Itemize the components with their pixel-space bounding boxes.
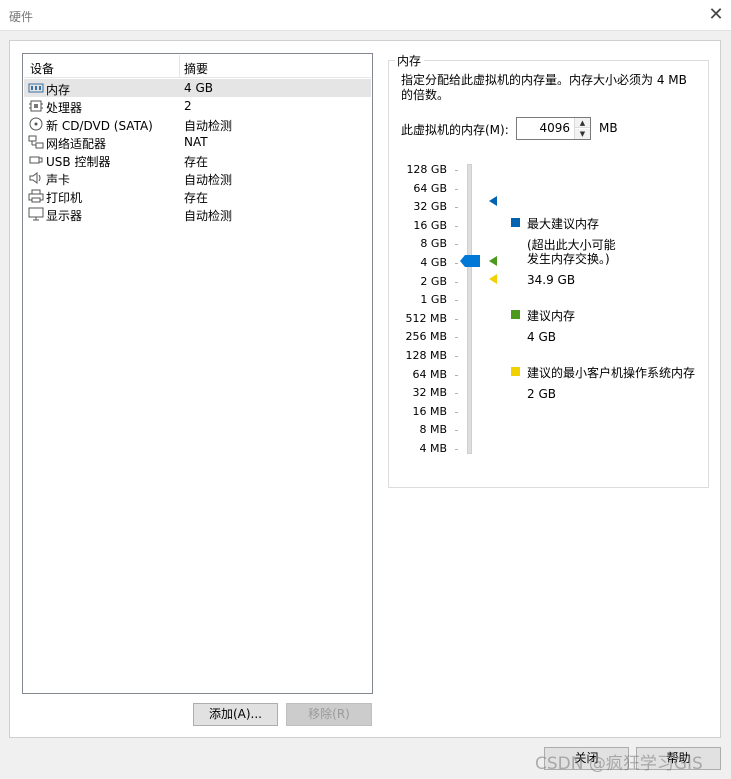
scale-tick-mark bbox=[455, 170, 458, 171]
device-row[interactable]: 处理器 2 bbox=[24, 97, 371, 115]
scale-tick-mark bbox=[455, 281, 458, 283]
scale-tick-label: 32 GB bbox=[413, 200, 447, 214]
speaker-icon bbox=[28, 171, 44, 185]
device-summary: 自动检测 bbox=[184, 209, 233, 223]
device-row[interactable]: 显示器 自动检测 bbox=[24, 205, 371, 223]
scale-tick-mark bbox=[455, 244, 458, 246]
window-title: 硬件 bbox=[9, 10, 34, 24]
processor-icon bbox=[28, 99, 44, 113]
scale-tick-mark bbox=[455, 374, 458, 376]
scale-tick-label: 1 GB bbox=[420, 293, 447, 307]
scale-tick-label: 2 GB bbox=[420, 274, 447, 288]
memory-slider-thumb[interactable] bbox=[460, 255, 480, 267]
memory-description: 指定分配给此虚拟机的内存量。内存大小必须为 4 MB 的倍数。 bbox=[401, 73, 687, 102]
scale-tick-label: 64 GB bbox=[413, 181, 447, 195]
device-summary: 存在 bbox=[184, 191, 209, 205]
device-name: USB 控制器 bbox=[46, 155, 111, 169]
device-name: 网络适配器 bbox=[46, 137, 107, 151]
spin-down-icon[interactable]: ▼ bbox=[575, 129, 590, 139]
scale-tick-label: 512 MB bbox=[405, 311, 447, 325]
scale-tick-mark bbox=[455, 411, 458, 413]
title-bar: 硬件 ✕ bbox=[0, 0, 731, 31]
memory-field-label: 此虚拟机的内存(M): bbox=[401, 123, 509, 137]
recommended-marker-icon bbox=[489, 256, 497, 266]
memory-icon bbox=[28, 81, 44, 95]
device-row[interactable]: 网络适配器 NAT bbox=[24, 133, 371, 151]
device-name: 处理器 bbox=[46, 101, 83, 115]
scale-tick-label: 32 MB bbox=[412, 386, 447, 400]
scale-tick-mark bbox=[455, 430, 458, 432]
scale-tick-mark bbox=[455, 207, 458, 209]
device-row[interactable]: USB 控制器 存在 bbox=[24, 151, 371, 169]
scale-tick-mark bbox=[455, 300, 458, 302]
column-separator[interactable] bbox=[179, 55, 180, 78]
spin-buttons: ▲ ▼ bbox=[574, 118, 590, 139]
device-summary: 存在 bbox=[184, 155, 209, 169]
scale-tick-label: 64 MB bbox=[412, 367, 447, 381]
device-row[interactable]: 新 CD/DVD (SATA) 自动检测 bbox=[24, 115, 371, 133]
close-icon[interactable]: ✕ bbox=[701, 0, 731, 31]
device-summary: 2 bbox=[184, 99, 192, 113]
min-legend-swatch bbox=[511, 367, 520, 376]
scale-tick-label: 16 MB bbox=[412, 404, 447, 418]
min-legend-label: 建议的最小客户机操作系统内存 bbox=[527, 366, 696, 380]
recommended-legend-swatch bbox=[511, 310, 520, 319]
memory-value[interactable]: 4096 bbox=[539, 121, 570, 135]
printer-icon bbox=[28, 189, 44, 203]
max-legend-value: 34.9 GB bbox=[527, 273, 576, 287]
scale-tick-label: 128 MB bbox=[405, 349, 447, 362]
max-legend-note: (超出此大小可能 发生内存交换。) bbox=[527, 238, 616, 266]
scale-tick-mark bbox=[455, 356, 458, 357]
max-legend-swatch bbox=[511, 218, 520, 227]
device-row[interactable]: 打印机 存在 bbox=[24, 187, 371, 205]
min-legend-value: 2 GB bbox=[527, 387, 556, 401]
spin-up-icon[interactable]: ▲ bbox=[575, 118, 590, 128]
scale-tick-label: 8 MB bbox=[419, 423, 447, 437]
device-row[interactable]: 内存 4 GB bbox=[24, 79, 371, 97]
device-name: 显示器 bbox=[46, 209, 83, 223]
scale-tick-mark bbox=[455, 449, 458, 450]
scale-tick-mark bbox=[455, 393, 458, 395]
column-header-device[interactable]: 设备 bbox=[30, 60, 54, 77]
memory-group-title: 内存 bbox=[395, 52, 425, 69]
scale-tick-label: 256 MB bbox=[405, 330, 447, 344]
cd-dvd-icon bbox=[28, 117, 44, 131]
recommended-legend-label: 建议内存 bbox=[527, 309, 576, 323]
device-name: 声卡 bbox=[46, 173, 71, 187]
remove-button[interactable]: 移除(R) bbox=[286, 703, 372, 726]
device-name: 打印机 bbox=[46, 191, 83, 205]
scale-tick-label: 8 GB bbox=[420, 237, 447, 251]
monitor-icon bbox=[28, 207, 44, 221]
scale-tick-mark bbox=[455, 188, 458, 190]
memory-unit: MB bbox=[599, 121, 618, 135]
memory-spinbox[interactable]: 4096 ▲ ▼ bbox=[516, 117, 591, 140]
scale-tick-label: 16 GB bbox=[413, 218, 447, 232]
add-button[interactable]: 添加(A)... bbox=[193, 703, 278, 726]
scale-tick-mark bbox=[455, 337, 458, 339]
scale-tick-mark bbox=[455, 225, 458, 227]
scale-tick-mark bbox=[455, 318, 458, 320]
network-adapter-icon bbox=[28, 135, 44, 149]
device-row[interactable]: 声卡 自动检测 bbox=[24, 169, 371, 187]
device-name: 内存 bbox=[46, 83, 71, 97]
max-marker-icon bbox=[489, 196, 497, 206]
list-header: 设备 摘要 bbox=[24, 55, 371, 78]
device-list[interactable]: 设备 摘要 内存 4 GB 处理器 2 新 CD/DVD (SATA) 自动检测 网络适配器… bbox=[22, 53, 373, 694]
scale-tick-mark bbox=[455, 263, 458, 264]
device-summary: NAT bbox=[184, 135, 208, 149]
usb-icon bbox=[28, 153, 44, 167]
device-summary: 自动检测 bbox=[184, 173, 233, 187]
memory-slider-track[interactable] bbox=[467, 164, 472, 454]
recommended-legend-value: 4 GB bbox=[527, 330, 556, 344]
scale-tick-label: 128 GB bbox=[406, 163, 447, 176]
device-name: 新 CD/DVD (SATA) bbox=[46, 119, 153, 133]
column-header-summary[interactable]: 摘要 bbox=[184, 60, 208, 77]
device-summary: 4 GB bbox=[184, 81, 213, 95]
min-marker-icon bbox=[489, 274, 497, 284]
scale-tick-label: 4 GB bbox=[420, 256, 447, 269]
watermark: CSDN @疯狂学习GIS bbox=[535, 754, 703, 774]
max-legend-label: 最大建议内存 bbox=[527, 217, 600, 231]
device-summary: 自动检测 bbox=[184, 119, 233, 133]
scale-tick-label: 4 MB bbox=[419, 442, 447, 455]
